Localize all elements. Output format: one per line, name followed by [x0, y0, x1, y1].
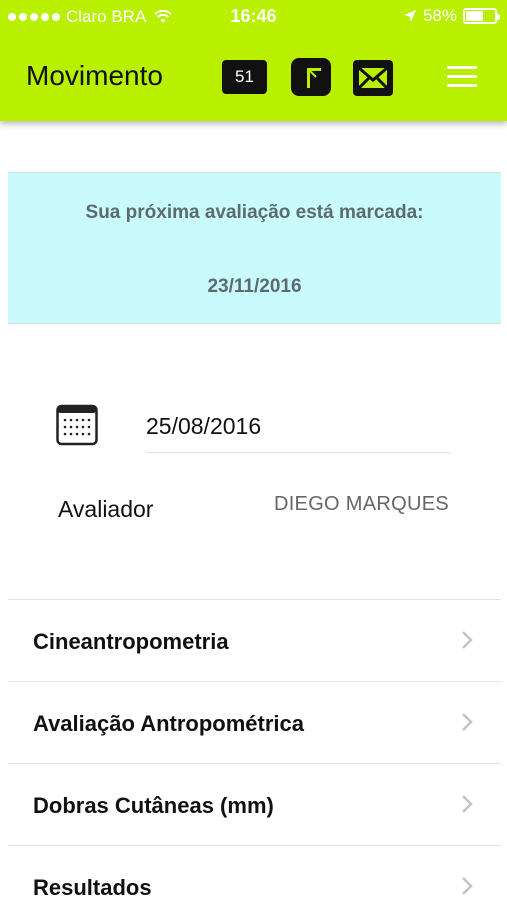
list-item-label: Avaliação Antropométrica	[33, 711, 305, 736]
evaluation-date-field[interactable]: 25/08/2016	[146, 413, 261, 440]
status-right: 58%	[403, 6, 500, 26]
notification-count-badge[interactable]: 51	[222, 60, 267, 94]
mail-icon[interactable]	[353, 60, 393, 96]
location-icon	[403, 10, 416, 22]
chevron-right-icon	[462, 877, 473, 895]
list-item-label: Dobras Cutâneas (mm)	[33, 793, 274, 818]
list-item-dobras-cutaneas[interactable]: Dobras Cutâneas (mm)	[8, 763, 501, 845]
hamburger-menu-icon[interactable]	[447, 66, 477, 88]
gate-icon[interactable]	[291, 58, 331, 96]
battery-icon	[463, 8, 500, 24]
list-item-avaliacao-antropometrica[interactable]: Avaliação Antropométrica	[8, 681, 501, 763]
battery-percent: 58%	[422, 6, 457, 25]
list-item-label: Resultados	[33, 875, 152, 900]
evaluator-name: DIEGO MARQUES	[273, 493, 449, 515]
list-item-resultados[interactable]: Resultados	[8, 845, 501, 900]
app-header: Claro BRA 16:46 58% Movimento 51	[0, 0, 507, 121]
app-title: Movimento	[26, 60, 163, 91]
calendar-icon[interactable]	[56, 404, 98, 446]
status-bar: Claro BRA 16:46 58%	[0, 0, 507, 34]
evaluation-sections-list: Cineantropometria Avaliação Antropométri…	[8, 599, 501, 900]
date-field-underline	[146, 452, 451, 453]
next-evaluation-banner: Sua próxima avaliação está marcada: 23/1…	[8, 172, 501, 324]
list-item-label: Cineantropometria	[33, 629, 229, 654]
chevron-right-icon	[462, 631, 473, 649]
chevron-right-icon	[462, 713, 473, 731]
list-item-cineantropometria[interactable]: Cineantropometria	[8, 599, 501, 681]
next-evaluation-text: Sua próxima avaliação está marcada:	[85, 202, 424, 223]
chevron-right-icon	[462, 795, 473, 813]
next-evaluation-date: 23/11/2016	[207, 276, 302, 297]
evaluator-label: Avaliador	[58, 496, 154, 522]
